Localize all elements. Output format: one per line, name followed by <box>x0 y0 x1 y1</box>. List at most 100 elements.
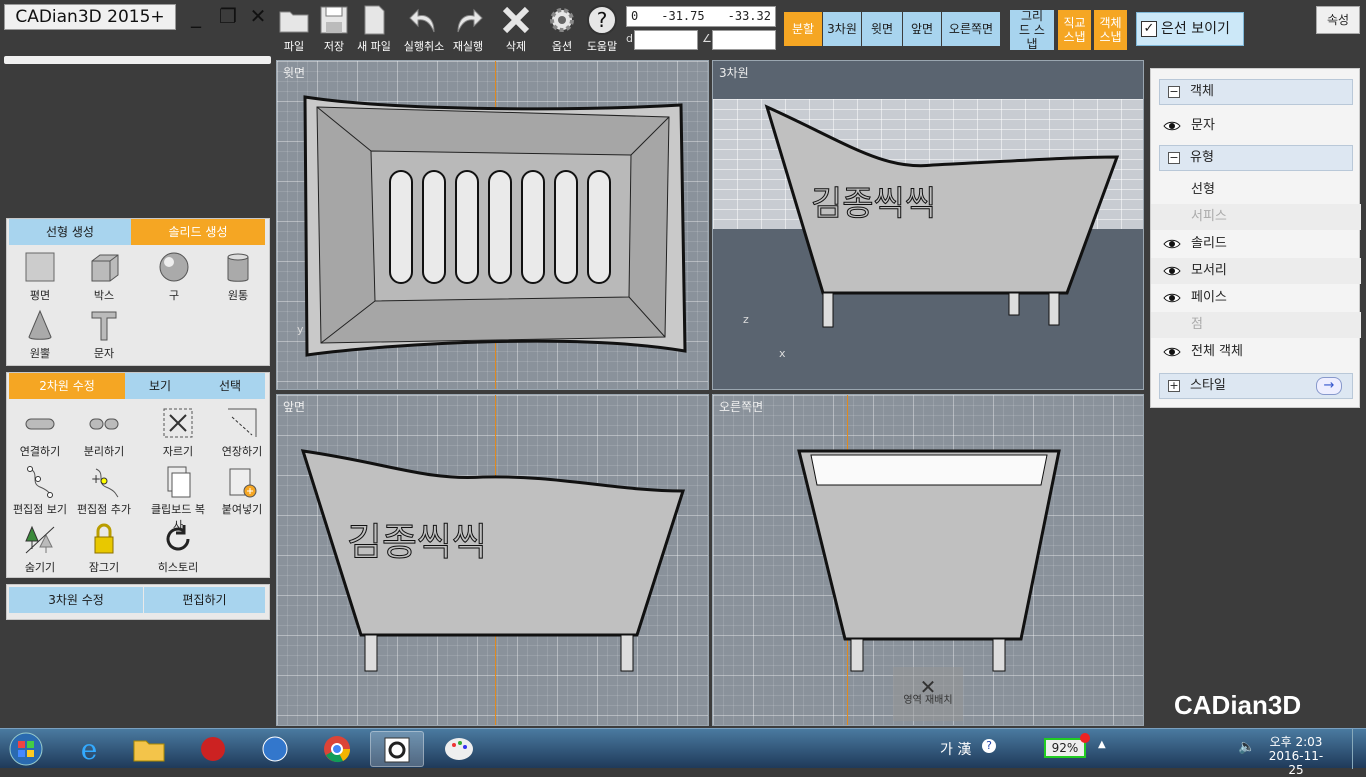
paint-taskbar-icon[interactable] <box>432 731 486 767</box>
battery-indicator[interactable]: 92% <box>1044 738 1086 758</box>
add-point-tool[interactable]: + 편집점 추가 <box>73 465 135 517</box>
properties-button[interactable]: 속성 <box>1316 6 1360 34</box>
box-tool[interactable]: 박스 <box>73 251 135 303</box>
extend-tool[interactable]: 연장하기 <box>211 407 273 459</box>
viewport-front[interactable]: 앞면 김종씩씩 <box>276 394 709 726</box>
cadian-logo: CADian3D <box>1174 690 1302 720</box>
show-points-label: 편집점 보기 <box>12 503 68 516</box>
tree-item-type[interactable]: 솔리드 <box>1151 231 1361 257</box>
3d-view-button[interactable]: 3차원 <box>823 12 861 46</box>
new-file-button[interactable]: 새 파일 <box>352 2 396 54</box>
help-circle-icon[interactable]: ? <box>982 739 996 753</box>
hidden-lines-toggle[interactable]: ✓ 은선 보이기 <box>1136 12 1244 46</box>
eye-icon[interactable] <box>1163 266 1181 276</box>
tree-item-type[interactable]: 서피스 <box>1151 204 1361 230</box>
delete-button[interactable]: 삭제 <box>494 2 538 54</box>
tree-item-type[interactable]: 페이스 <box>1151 285 1361 311</box>
start-button[interactable] <box>6 731 48 767</box>
top-view-button[interactable]: 윗면 <box>862 12 902 46</box>
tab-edit[interactable]: 편집하기 <box>144 587 265 613</box>
text-tool[interactable]: 문자 <box>73 309 135 361</box>
viewport-3d[interactable]: 3차원 김종씩씩 z x <box>712 60 1144 390</box>
tab-select[interactable]: 선택 <box>195 373 265 399</box>
palette-icon <box>445 738 473 760</box>
eye-icon[interactable] <box>1163 239 1181 249</box>
join-tool[interactable]: 연결하기 <box>9 407 71 459</box>
collapse-icon[interactable]: − <box>1168 152 1180 164</box>
hide-tool[interactable]: 숨기기 <box>9 523 71 575</box>
ime-indicator[interactable]: 가 漢 <box>940 739 971 759</box>
help-button[interactable]: ? 도움말 <box>580 2 624 54</box>
coord-c: -33.32 <box>727 9 771 23</box>
cadian-taskbar-icon[interactable] <box>370 731 424 767</box>
expand-icon[interactable]: + <box>1168 380 1180 392</box>
viewport-top[interactable]: 윗면 y <box>276 60 709 390</box>
collapse-icon[interactable]: − <box>1168 86 1180 98</box>
save-button[interactable]: 저장 <box>312 2 356 54</box>
angle-input[interactable] <box>712 30 776 50</box>
tab-2d-edit[interactable]: 2차원 수정 <box>9 373 125 399</box>
copy-icon <box>167 466 191 498</box>
cylinder-label: 원통 <box>227 289 249 302</box>
tree-item-type[interactable]: 점 <box>1151 312 1361 338</box>
clock-time[interactable]: 오후 2:03 <box>1264 733 1328 750</box>
split-view-button[interactable]: 분할 <box>784 12 822 46</box>
arrow-right-icon[interactable]: → <box>1316 377 1342 395</box>
clock-date[interactable]: 2016-11-25 <box>1264 749 1328 777</box>
split-tool[interactable]: 분리하기 <box>73 407 135 459</box>
tab-view[interactable]: 보기 <box>125 373 195 399</box>
tree-item-type[interactable]: 모서리 <box>1151 258 1361 284</box>
checkbox-checked-icon[interactable]: ✓ <box>1141 21 1157 37</box>
show-desktop-button[interactable] <box>1352 729 1366 769</box>
objects-header[interactable]: − 객체 <box>1159 79 1353 105</box>
file-button[interactable]: 파일 <box>272 2 316 54</box>
redo-button[interactable]: 재실행 <box>446 2 490 54</box>
sphere-tool[interactable]: 구 <box>143 251 205 303</box>
lock-tool[interactable]: 잠그기 <box>73 523 135 575</box>
chrome-taskbar-icon[interactable] <box>310 731 364 767</box>
history-tool[interactable]: 히스토리 <box>147 523 209 575</box>
cone-tool[interactable]: 원뿔 <box>9 309 71 361</box>
object-snap-button[interactable]: 객체 스냅 <box>1094 10 1127 50</box>
app-taskbar-icon-2[interactable] <box>248 731 302 767</box>
distance-input[interactable] <box>634 30 698 50</box>
ortho-snap-button[interactable]: 직교 스냅 <box>1058 10 1091 50</box>
eye-icon[interactable] <box>1163 121 1181 131</box>
tree-item-type[interactable]: 전체 객체 <box>1151 339 1361 365</box>
eye-icon[interactable] <box>1163 347 1181 357</box>
red-app-icon <box>201 737 225 761</box>
ie-taskbar-icon[interactable]: e <box>62 731 116 767</box>
notification-dot-icon <box>1080 733 1090 743</box>
eye-icon[interactable] <box>1163 293 1181 303</box>
front-view-button[interactable]: 앞면 <box>903 12 941 46</box>
explorer-taskbar-icon[interactable] <box>122 731 176 767</box>
tab-solid-create[interactable]: 솔리드 생성 <box>131 219 265 245</box>
close-icon[interactable]: ✕ <box>248 4 268 28</box>
undo-button[interactable]: 실행취소 <box>402 2 446 54</box>
viewport-right[interactable]: 오른쪽면 ✕ 영역 재배치 <box>712 394 1144 726</box>
tab-3d-edit[interactable]: 3차원 수정 <box>9 587 143 613</box>
restore-icon[interactable]: ❐ <box>218 4 238 28</box>
grid-snap-button[interactable]: 그리드 스냅 <box>1010 9 1054 51</box>
right-view-button[interactable]: 오른쪽면 <box>942 12 1000 46</box>
show-hidden-icons-icon[interactable]: ▲ <box>1098 739 1106 750</box>
tree-item-type[interactable]: 선형 <box>1151 177 1361 203</box>
sphere-label: 구 <box>168 289 180 302</box>
rearrange-button[interactable]: ✕ 영역 재배치 <box>893 667 963 721</box>
paste-tool[interactable]: 붙여넣기 <box>211 465 273 517</box>
trim-tool[interactable]: 자르기 <box>147 407 209 459</box>
coordinate-display[interactable]: 0 -31.75 -33.32 <box>626 6 776 27</box>
cadian-icon <box>384 737 410 763</box>
plane-tool[interactable]: 평면 <box>9 251 71 303</box>
tab-line-create[interactable]: 선형 생성 <box>9 219 131 245</box>
options-button[interactable]: 옵션 <box>540 2 584 54</box>
types-header[interactable]: − 유형 <box>1159 145 1353 171</box>
minimize-icon[interactable]: _ <box>186 4 206 28</box>
tree-item-text[interactable]: 문자 <box>1151 113 1361 139</box>
show-points-tool[interactable]: 편집점 보기 <box>9 465 71 517</box>
app-taskbar-icon-1[interactable] <box>186 731 240 767</box>
folder-icon <box>279 11 309 33</box>
cylinder-tool[interactable]: 원통 <box>207 251 269 303</box>
volume-icon[interactable]: 🔈 <box>1238 739 1255 755</box>
style-header[interactable]: + 스타일 → <box>1159 373 1353 399</box>
